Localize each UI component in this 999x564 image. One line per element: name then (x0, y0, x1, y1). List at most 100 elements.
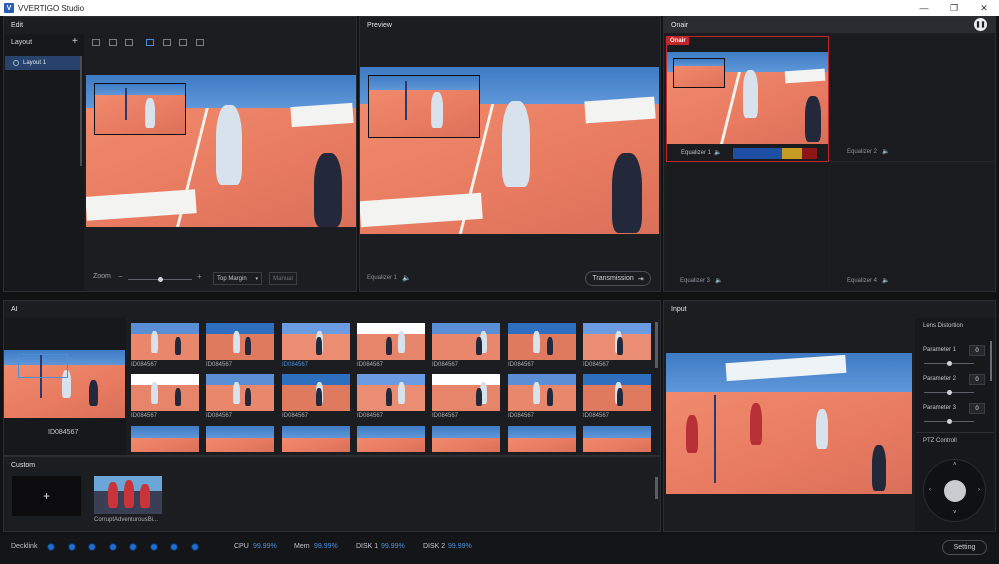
custom-scrollbar[interactable] (655, 477, 658, 499)
ai-thumbnail[interactable] (357, 323, 425, 360)
minimize-button[interactable]: — (909, 0, 939, 16)
add-layout-button[interactable]: + (72, 36, 78, 47)
ai-thumbnail[interactable] (131, 426, 199, 452)
speaker-icon[interactable]: 🔈 (714, 149, 721, 156)
ai-thumbnail[interactable] (357, 374, 425, 411)
layout-icon (13, 60, 19, 66)
pause-button[interactable]: ❚❚ (974, 18, 987, 31)
parameter-1-value[interactable]: 0 (969, 345, 985, 356)
pip-overlay[interactable] (94, 83, 186, 135)
onair-equalizer-1-label: Equalizer 1 (681, 150, 712, 156)
margin-select[interactable]: Top Margin ▾ (213, 272, 262, 285)
ptz-up-icon[interactable]: ˄ (953, 462, 957, 468)
transmission-button[interactable]: Transmission ⇥ (585, 271, 651, 286)
ai-thumbnail[interactable] (282, 323, 350, 360)
parameter-1-knob[interactable] (947, 361, 952, 366)
speaker-icon[interactable]: 🔈 (402, 274, 411, 282)
decklink-label: Decklink (11, 543, 38, 550)
ai-thumbnail[interactable] (508, 374, 576, 411)
onair-cell-2[interactable]: Equalizer 2 🔈 (831, 36, 994, 162)
ai-thumbnail[interactable] (432, 426, 500, 452)
parameter-3-value[interactable]: 0 (969, 403, 985, 414)
onair-cell-1[interactable]: Onair Equalizer 1 🔈 (666, 36, 829, 162)
zoom-slider-knob[interactable] (158, 277, 163, 282)
ai-thumbnail[interactable] (508, 426, 576, 452)
ai-selected-thumbnail[interactable] (4, 350, 125, 418)
ai-thumbnail[interactable] (282, 374, 350, 411)
decklink-indicator (109, 544, 116, 550)
ai-selected-id: ID084567 (48, 429, 79, 436)
ai-thumbnail[interactable] (432, 323, 500, 360)
onair-equalizer-4-label: Equalizer 4 (847, 278, 878, 284)
zoom-out-button[interactable]: − (118, 272, 123, 281)
ai-thumbnail[interactable] (131, 374, 199, 411)
ai-thumbnail[interactable] (583, 323, 651, 360)
add-custom-button[interactable]: + (12, 476, 81, 516)
ai-thumbnail-label: ID084567 (131, 413, 158, 419)
zoom-in-button[interactable]: + (197, 272, 202, 281)
pip-bottom-right-icon[interactable] (196, 39, 204, 46)
custom-title: Custom (11, 461, 36, 469)
layout-quad-icon[interactable] (125, 39, 133, 46)
ptz-left-icon[interactable]: ‹ (929, 487, 931, 493)
ptz-down-icon[interactable]: ˅ (953, 510, 957, 516)
input-scrollbar[interactable] (990, 341, 992, 381)
parameter-2-value[interactable]: 0 (969, 374, 985, 385)
cpu-value: 99.99% (253, 543, 277, 550)
disk1-value: 99.99% (381, 543, 405, 550)
disk2-label: DISK 2 (423, 543, 446, 550)
speaker-icon[interactable]: 🔈 (882, 277, 889, 284)
ai-thumbnail[interactable] (206, 323, 274, 360)
ai-thumbnail[interactable] (583, 426, 651, 452)
parameter-3-knob[interactable] (947, 419, 952, 424)
layout-single-icon[interactable] (92, 39, 100, 46)
pip-top-left-icon[interactable] (146, 39, 154, 46)
pip-bottom-left-icon[interactable] (179, 39, 187, 46)
custom-clip-thumbnail[interactable] (94, 476, 162, 514)
ptz-right-icon[interactable]: › (978, 487, 980, 493)
speaker-icon[interactable]: 🔈 (882, 148, 889, 155)
lens-distortion-title: Lens Distortion (923, 323, 964, 329)
send-icon: ⇥ (637, 275, 644, 283)
ai-thumbnail[interactable] (432, 374, 500, 411)
layout-item-1[interactable]: Layout 1 (5, 56, 81, 70)
ai-thumbnail-label: ID084567 (206, 362, 233, 368)
pip-top-right-icon[interactable] (163, 39, 171, 46)
decklink-indicator (150, 544, 157, 550)
ai-thumbnail[interactable] (206, 426, 274, 452)
speaker-icon[interactable]: 🔈 (715, 277, 722, 284)
onair-title: Onair (664, 17, 995, 33)
ai-thumbnail-label: ID084567 (282, 362, 309, 368)
ai-thumbnail[interactable] (282, 426, 350, 452)
layout-split-icon[interactable] (109, 39, 117, 46)
decklink-indicator (48, 544, 54, 550)
ai-thumbnail[interactable] (357, 426, 425, 452)
ai-thumbnail[interactable] (583, 374, 651, 411)
parameter-2-knob[interactable] (947, 390, 952, 395)
edit-canvas[interactable] (86, 75, 356, 227)
edit-title: Edit (11, 21, 24, 29)
onair-cell-4[interactable]: Equalizer 4 🔈 (831, 164, 994, 290)
layout-scrollbar[interactable] (80, 56, 82, 166)
onair-cell-3[interactable]: Equalizer 3 🔈 (666, 164, 829, 290)
setting-button[interactable]: Setting (942, 540, 987, 555)
layout-sidebar: Layout + Layout 1 (4, 34, 84, 291)
ptz-joystick[interactable]: ˄ ˅ ‹ › (923, 459, 986, 522)
ai-thumbnail-label: ID084567 (131, 362, 158, 368)
ai-thumbnail[interactable] (508, 323, 576, 360)
ai-thumbnail-label: ID084567 (432, 413, 459, 419)
custom-clip-label: CorruptAdventurousBi... (94, 517, 159, 523)
restore-button[interactable]: ❐ (939, 0, 969, 16)
ai-thumbnail-label: ID084567 (357, 362, 384, 368)
parameter-3-label: Parameter 3 (923, 405, 957, 411)
transmission-label: Transmission (592, 275, 634, 282)
close-button[interactable]: ✕ (969, 0, 999, 16)
manual-button[interactable]: Manual (269, 272, 297, 285)
divider (916, 432, 994, 433)
ai-scrollbar[interactable] (655, 322, 658, 368)
ai-thumbnail[interactable] (206, 374, 274, 411)
ptz-knob[interactable] (944, 480, 966, 502)
parameter-2-label: Parameter 2 (923, 376, 957, 382)
input-title: Input (671, 305, 687, 313)
ai-thumbnail[interactable] (131, 323, 199, 360)
